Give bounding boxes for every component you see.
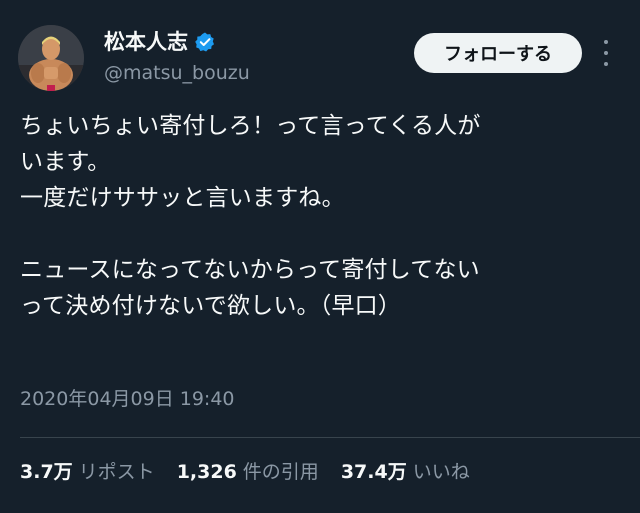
quote-count-value: 1,326 — [176, 461, 237, 483]
avatar[interactable] — [18, 25, 84, 91]
repost-count-value: 3.7万 — [20, 461, 73, 483]
quote-count[interactable]: 1,326 件の引用 — [177, 458, 319, 486]
like-count-value: 37.4万 — [340, 461, 407, 483]
avatar-image — [18, 25, 84, 91]
tweet-card: 松本人志 @matsu_bouzu フォローする ちょいちょい寄付しろ！って言っ… — [0, 0, 640, 513]
repost-count-label: リポスト — [78, 461, 155, 483]
author-display-name[interactable]: 松本人志 — [104, 28, 188, 56]
verified-badge-icon — [195, 32, 214, 52]
tweet-text: ちょいちょい寄付しろ！って言ってくる人が います。 一度だけササッと言いますね。… — [20, 113, 481, 319]
more-dots-icon[interactable] — [596, 40, 616, 66]
author-name-row: 松本人志 — [104, 28, 216, 56]
repost-count[interactable]: 3.7万 リポスト — [20, 458, 155, 486]
quote-count-label: 件の引用 — [242, 461, 319, 483]
follow-button[interactable]: フォローする — [414, 33, 582, 73]
tweet-timestamp[interactable]: 2020年04月09日 19:40 — [20, 386, 235, 412]
author-handle[interactable]: @matsu_bouzu — [104, 60, 250, 86]
divider — [20, 437, 640, 438]
like-count[interactable]: 37.4万 いいね — [341, 458, 470, 486]
engagement-stats: 3.7万 リポスト 1,326 件の引用 37.4万 いいね — [20, 458, 492, 486]
like-count-label: いいね — [412, 461, 470, 483]
